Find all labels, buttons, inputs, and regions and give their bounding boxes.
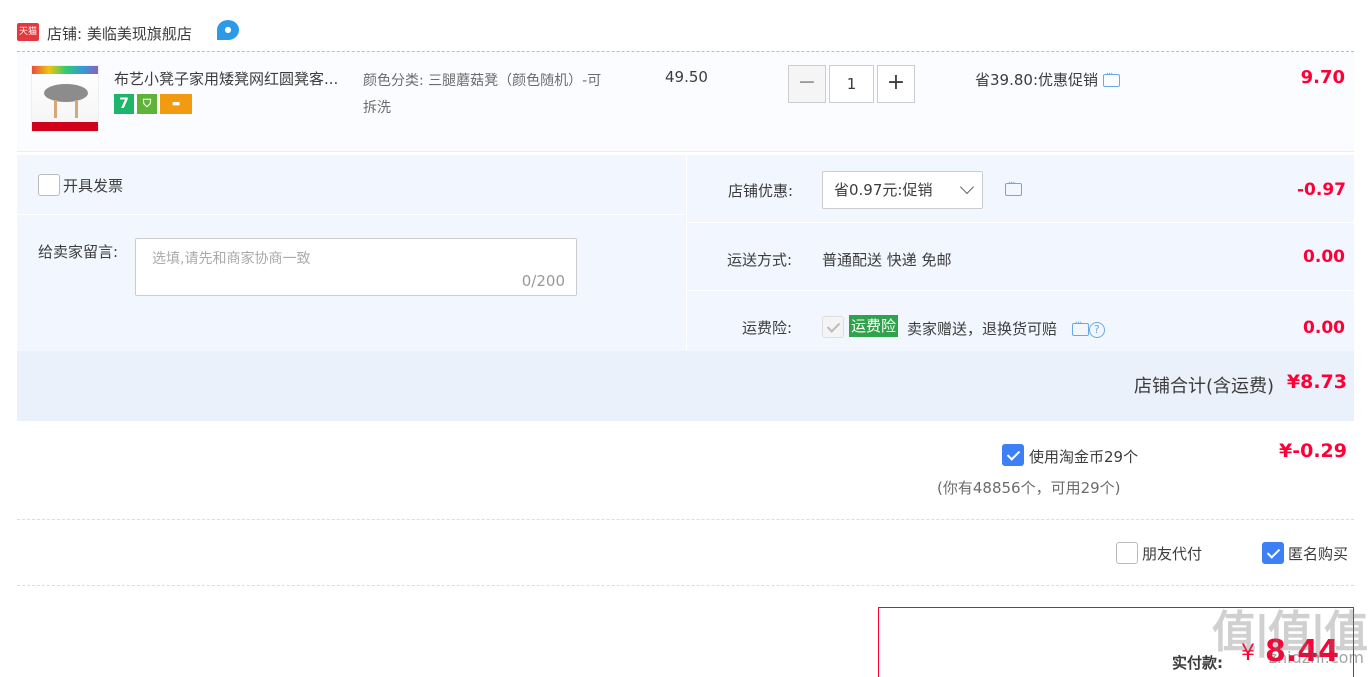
insurance-text: 卖家赠送，退换货可赔 xyxy=(907,320,1058,338)
comment-icon[interactable] xyxy=(1102,69,1120,87)
shop-discount-label: 店铺优惠: xyxy=(727,182,793,200)
chevron-down-icon xyxy=(959,179,975,195)
site-watermark-url: zhidzhi.com xyxy=(1268,648,1364,667)
shop-total-label: 店铺合计(含运费) xyxy=(1133,376,1274,397)
anonymous-label: 匿名购买 xyxy=(1288,544,1349,563)
coins-label[interactable]: 使用淘金币29个 xyxy=(1029,446,1138,467)
quantity-increase-button[interactable]: + xyxy=(877,65,915,103)
item-subtotal: 9.70 xyxy=(1300,67,1345,88)
shop-total-value: ¥8.73 xyxy=(1286,371,1347,393)
stool-legs-shape xyxy=(54,100,78,118)
friend-pay-option[interactable]: 朋友代付 xyxy=(1116,542,1202,564)
product-thumbnail[interactable] xyxy=(31,65,99,132)
quantity-decrease-button[interactable]: − xyxy=(788,65,826,103)
shop-discount-amount: -0.97 xyxy=(1297,180,1346,200)
invoice-label: 开具发票 xyxy=(63,176,124,195)
fees-section: 店铺优惠: 省0.97元:促销 -0.97 运送方式: 普通配送 快递 免邮 0… xyxy=(686,155,1355,350)
wangwang-chat-icon[interactable]: ● xyxy=(217,20,239,40)
message-label: 给卖家留言: xyxy=(38,243,119,261)
insurance-icon[interactable]: ⛉ xyxy=(137,94,157,114)
message-field[interactable]: 0/200 xyxy=(135,238,577,296)
comment-icon[interactable] xyxy=(1005,178,1022,196)
tmall-logo-icon: 天猫 xyxy=(17,23,39,41)
comment-icon[interactable] xyxy=(1071,318,1089,336)
message-textarea[interactable] xyxy=(136,239,576,295)
shipping-method: 普通配送 快递 免邮 xyxy=(822,251,952,269)
shipping-label: 运送方式: xyxy=(726,251,792,269)
coins-row: 使用淘金币29个 (你有48856个，可用29个) ¥-0.29 xyxy=(17,422,1354,520)
sku-info: 颜色分类: 三腿蘑菇凳（颜色随机）-可拆洗 xyxy=(363,73,602,116)
invoice-checkbox[interactable] xyxy=(38,174,60,196)
shop-name-link[interactable]: 店铺: 美临美现旗舰店 xyxy=(47,23,192,44)
shop-discount-selected: 省0.97元:促销 xyxy=(834,181,933,199)
friend-pay-label: 朋友代付 xyxy=(1142,544,1203,563)
shipping-amount: 0.00 xyxy=(1303,247,1345,267)
anonymous-checkbox[interactable] xyxy=(1262,542,1284,564)
insurance-description: 卖家赠送，退换货可赔 ? xyxy=(907,318,1105,339)
friend-pay-checkbox[interactable] xyxy=(1116,542,1138,564)
item-promotion: 省39.80:优惠促销 xyxy=(975,69,1120,90)
insurance-checkbox xyxy=(822,316,844,338)
order-options-panel: 开具发票 给卖家留言: 0/200 店铺优惠: 省0.97元:促销 -0.97 … xyxy=(17,155,1355,421)
shop-discount-select[interactable]: 省0.97元:促销 xyxy=(822,171,983,209)
product-title-link[interactable]: 布艺小凳子家用矮凳网红圆凳客... xyxy=(114,68,359,89)
shop-discount-row: 店铺优惠: 省0.97元:促销 -0.97 xyxy=(687,155,1355,223)
card-icon[interactable]: ▬ xyxy=(160,94,192,114)
seven-day-return-icon[interactable]: 7 xyxy=(114,94,134,114)
item-promotion-text: 省39.80:优惠促销 xyxy=(975,71,1098,89)
order-item-row: 布艺小凳子家用矮凳网红圆凳客... 7 ⛉ ▬ 颜色分类: 三腿蘑菇凳（颜色随机）-… xyxy=(17,52,1354,152)
anonymous-option[interactable]: 匿名购买 xyxy=(1262,542,1348,564)
insurance-label: 运费险: xyxy=(741,319,792,337)
service-icons: 7 ⛉ ▬ xyxy=(114,94,195,114)
invoice-option[interactable]: 开具发票 xyxy=(38,174,123,196)
insurance-amount: 0.00 xyxy=(1303,318,1345,338)
shop-total-row: 店铺合计(含运费) ¥8.73 xyxy=(17,351,1354,421)
insurance-tag: 运费险 xyxy=(849,315,899,337)
message-char-count: 0/200 xyxy=(521,272,565,290)
purchase-options-row: 朋友代付 匿名购买 xyxy=(17,521,1354,586)
thumbnail-banner xyxy=(32,122,98,131)
coins-note: (你有48856个，可用29个) xyxy=(937,479,1121,497)
shop-header: 天猫 店铺: 美临美现旗舰店 ● xyxy=(17,14,1354,52)
coins-amount: ¥-0.29 xyxy=(1279,440,1347,462)
help-icon[interactable]: ? xyxy=(1088,321,1105,338)
thumbnail-color-strip xyxy=(32,66,98,74)
unit-price: 49.50 xyxy=(665,68,708,86)
quantity-input[interactable] xyxy=(829,65,874,103)
coins-checkbox[interactable] xyxy=(1002,444,1024,466)
invoice-section: 开具发票 xyxy=(17,155,684,215)
